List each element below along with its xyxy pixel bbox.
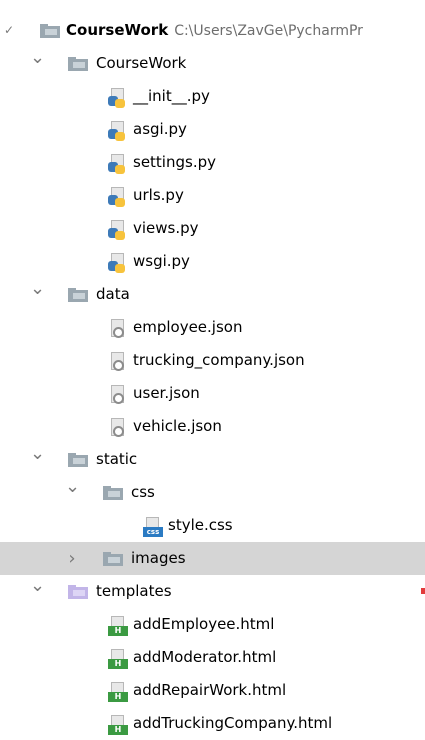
tree-item-label: __init__.py: [133, 87, 210, 105]
tree-item-settings-py[interactable]: settings.py: [0, 146, 425, 179]
tree-item-static[interactable]: ⌄ static: [0, 443, 425, 476]
tree-item-images[interactable]: › images: [0, 542, 425, 575]
tree-item-label: addEmployee.html: [133, 615, 275, 633]
tree-item-label: asgi.py: [133, 120, 187, 138]
tree-item--init-py[interactable]: __init__.py: [0, 80, 425, 113]
tree-item-label: addTruckingCompany.html: [133, 714, 333, 732]
tree-item-label: addRepairWork.html: [133, 681, 287, 699]
folder-icon: [68, 288, 88, 302]
tree-item-trucking-company-json[interactable]: trucking_company.json: [0, 344, 425, 377]
tree-item-label: addModerator.html: [133, 648, 277, 666]
folder-icon: [103, 486, 123, 500]
tree-item-user-json[interactable]: user.json: [0, 377, 425, 410]
py-file-icon: [108, 121, 128, 141]
root-project-name: CourseWork: [66, 21, 169, 39]
tree-item-label: vehicle.json: [133, 417, 222, 435]
py-file-icon: [108, 187, 128, 207]
tree-item-asgi-py[interactable]: asgi.py: [0, 113, 425, 146]
chevron-down-icon[interactable]: ⌄: [65, 476, 80, 509]
tree-item-label: wsgi.py: [133, 252, 190, 270]
tree-item-addemployee-html[interactable]: HaddEmployee.html: [0, 608, 425, 641]
json-file-icon: [108, 352, 128, 372]
chevron-right-icon[interactable]: ›: [65, 542, 79, 575]
tree-item-label: style.css: [168, 516, 233, 534]
tree-item-css[interactable]: ⌄ css: [0, 476, 425, 509]
tree-item-addtruckingcompany-html[interactable]: HaddTruckingCompany.html: [0, 707, 425, 740]
tree-item-label: images: [131, 549, 186, 567]
chevron-down-icon[interactable]: ⌄: [30, 278, 45, 311]
py-file-icon: [108, 88, 128, 108]
folder-icon: [40, 24, 60, 38]
tree-item-label: trucking_company.json: [133, 351, 305, 369]
css-file-icon: css: [143, 517, 163, 537]
py-file-icon: [108, 220, 128, 240]
tree-item-views-py[interactable]: views.py: [0, 212, 425, 245]
py-file-icon: [108, 154, 128, 174]
tree-item-label: user.json: [133, 384, 200, 402]
chevron-down-icon[interactable]: ⌄: [30, 575, 45, 608]
json-file-icon: [108, 385, 128, 405]
tree-item-vehicle-json[interactable]: vehicle.json: [0, 410, 425, 443]
html-file-icon: H: [108, 682, 128, 702]
tree-item-wsgi-py[interactable]: wsgi.py: [0, 245, 425, 278]
tree-item-label: views.py: [133, 219, 199, 237]
html-file-icon: H: [108, 715, 128, 735]
error-marker: [421, 588, 425, 594]
tree-item-label: employee.json: [133, 318, 243, 336]
tree-item-label: settings.py: [133, 153, 216, 171]
chevron-down-icon[interactable]: ⌄: [30, 443, 45, 476]
tree-item-style-css[interactable]: css style.css: [0, 509, 425, 542]
chevron-down-icon[interactable]: ⌄: [30, 47, 45, 80]
tree-item-label: CourseWork: [96, 54, 187, 72]
tree-item-coursework[interactable]: ⌄ CourseWork: [0, 47, 425, 80]
tree-item-label: urls.py: [133, 186, 184, 204]
tree-item-templates[interactable]: ⌄ templates: [0, 575, 425, 608]
tree-item-employee-json[interactable]: employee.json: [0, 311, 425, 344]
json-file-icon: [108, 319, 128, 339]
project-tree: ✓ CourseWork C:\Users\ZavGe\PycharmPr ⌄ Co…: [0, 14, 425, 740]
html-file-icon: H: [108, 649, 128, 669]
tree-item-addrepairwork-html[interactable]: HaddRepairWork.html: [0, 674, 425, 707]
tree-item-label: templates: [96, 582, 172, 600]
root-project-path: C:\Users\ZavGe\PycharmPr: [174, 23, 363, 39]
tree-item-label: css: [131, 483, 155, 501]
py-file-icon: [108, 253, 128, 273]
html-file-icon: H: [108, 616, 128, 636]
tree-item-addmoderator-html[interactable]: HaddModerator.html: [0, 641, 425, 674]
json-file-icon: [108, 418, 128, 438]
tree-root-row[interactable]: ✓ CourseWork C:\Users\ZavGe\PycharmPr: [0, 14, 425, 47]
tree-item-data[interactable]: ⌄ data: [0, 278, 425, 311]
tree-item-label: data: [96, 285, 130, 303]
folder-icon: [68, 585, 88, 599]
chevron-down-icon[interactable]: ✓: [2, 14, 16, 47]
tree-item-urls-py[interactable]: urls.py: [0, 179, 425, 212]
folder-icon: [103, 552, 123, 566]
folder-icon: [68, 453, 88, 467]
folder-icon: [68, 57, 88, 71]
tree-item-label: static: [96, 450, 138, 468]
